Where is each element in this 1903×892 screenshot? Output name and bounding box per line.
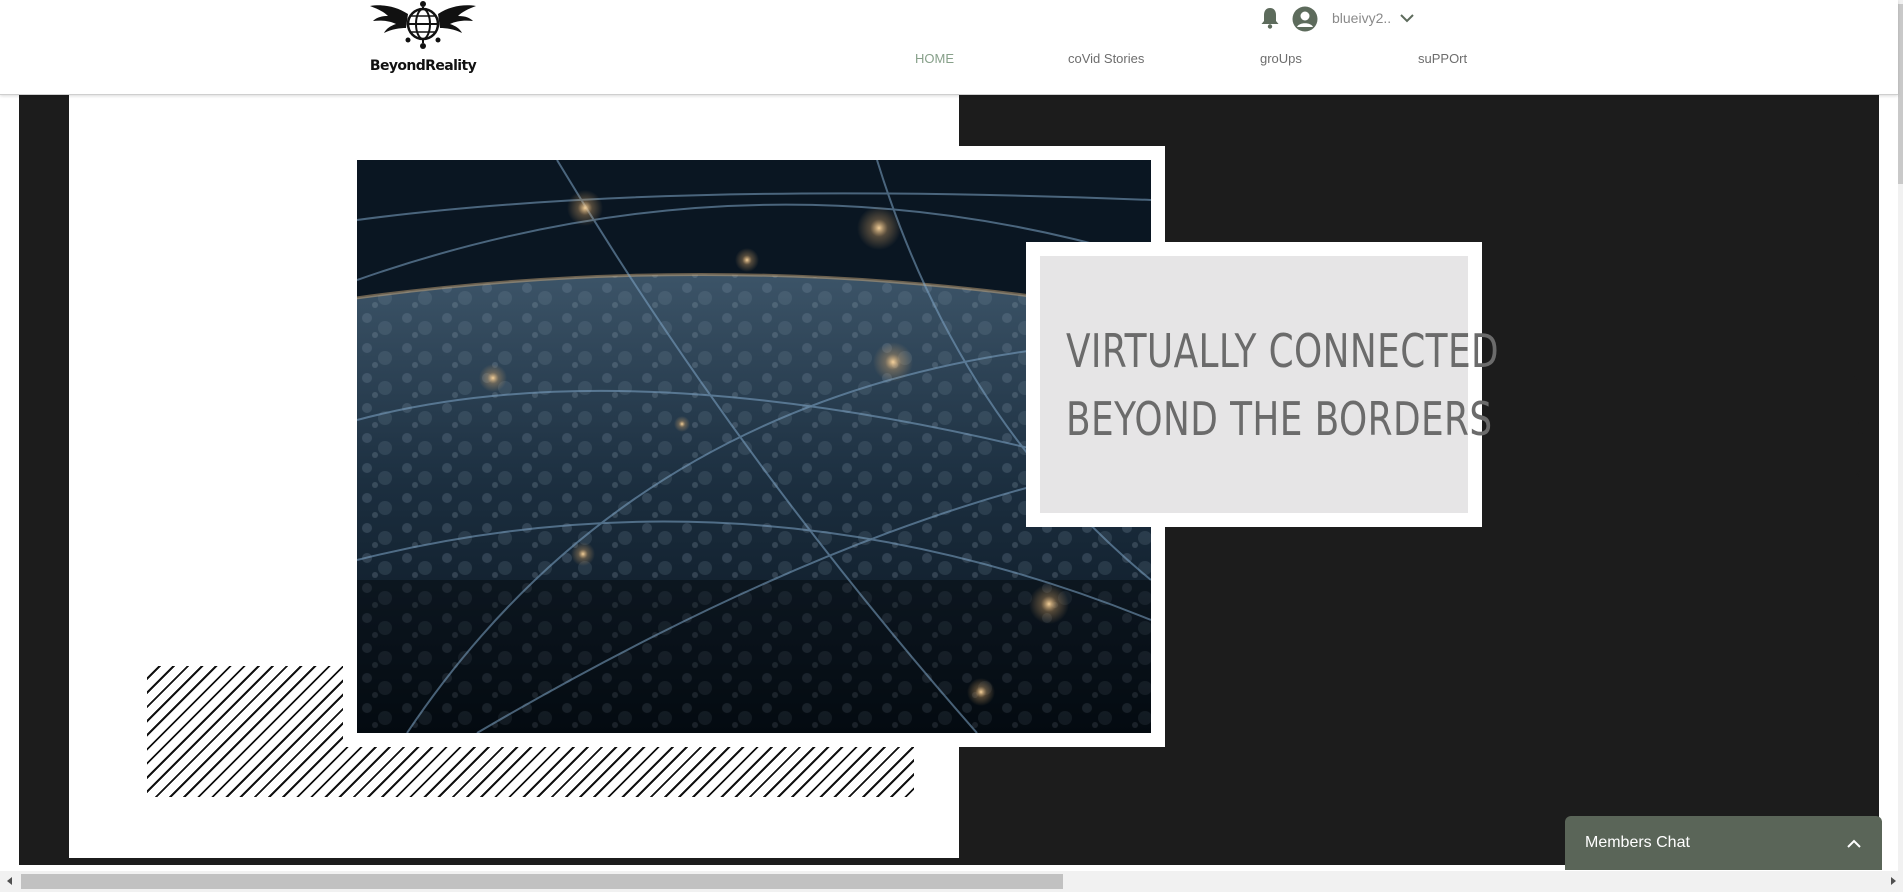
- nav-support[interactable]: suPPOrt: [1418, 51, 1467, 66]
- horizontal-scrollbar[interactable]: [0, 871, 1903, 892]
- nav-home[interactable]: HOME: [915, 51, 954, 66]
- members-chat-button[interactable]: Members Chat: [1565, 816, 1882, 870]
- headline-line-2: BEYOND THE BORDERS: [1066, 392, 1493, 446]
- facebook-icon[interactable]: [1846, 375, 1864, 393]
- vertical-scrollbar[interactable]: [1898, 0, 1903, 871]
- avatar-icon[interactable]: [1292, 6, 1318, 32]
- bell-icon[interactable]: [1258, 6, 1282, 30]
- winged-globe-icon: [370, 1, 476, 49]
- arrow-right-icon[interactable]: [1888, 876, 1898, 886]
- chevron-up-icon: [1847, 839, 1861, 848]
- vertical-scrollbar-thumb[interactable]: [1898, 4, 1903, 184]
- nav-covid-stories[interactable]: coVid Stories: [1068, 51, 1144, 66]
- members-chat-label: Members Chat: [1585, 834, 1690, 851]
- headline-line-1: VIRTUALLY CONNECTED: [1066, 324, 1500, 378]
- site-header: BeyondReality blueivy2.. HOME coVid Stor…: [0, 0, 1898, 95]
- nav-groups[interactable]: groUps: [1260, 51, 1302, 66]
- logo-text: BeyondReality: [369, 58, 477, 74]
- site-logo[interactable]: BeyondReality: [368, 0, 478, 80]
- instagram-icon[interactable]: [1846, 418, 1864, 436]
- member-name[interactable]: blueivy2..: [1332, 10, 1391, 26]
- horizontal-scrollbar-thumb[interactable]: [21, 874, 1063, 889]
- chevron-down-icon[interactable]: [1399, 10, 1415, 26]
- yelp-icon[interactable]: [1846, 461, 1864, 479]
- headline-box: VIRTUALLY CONNECTED BEYOND THE BORDERS: [1040, 256, 1499, 513]
- page: VIRTUALLY CONNECTED BEYOND THE BORDERS B…: [0, 0, 1903, 892]
- arrow-left-icon[interactable]: [5, 876, 15, 886]
